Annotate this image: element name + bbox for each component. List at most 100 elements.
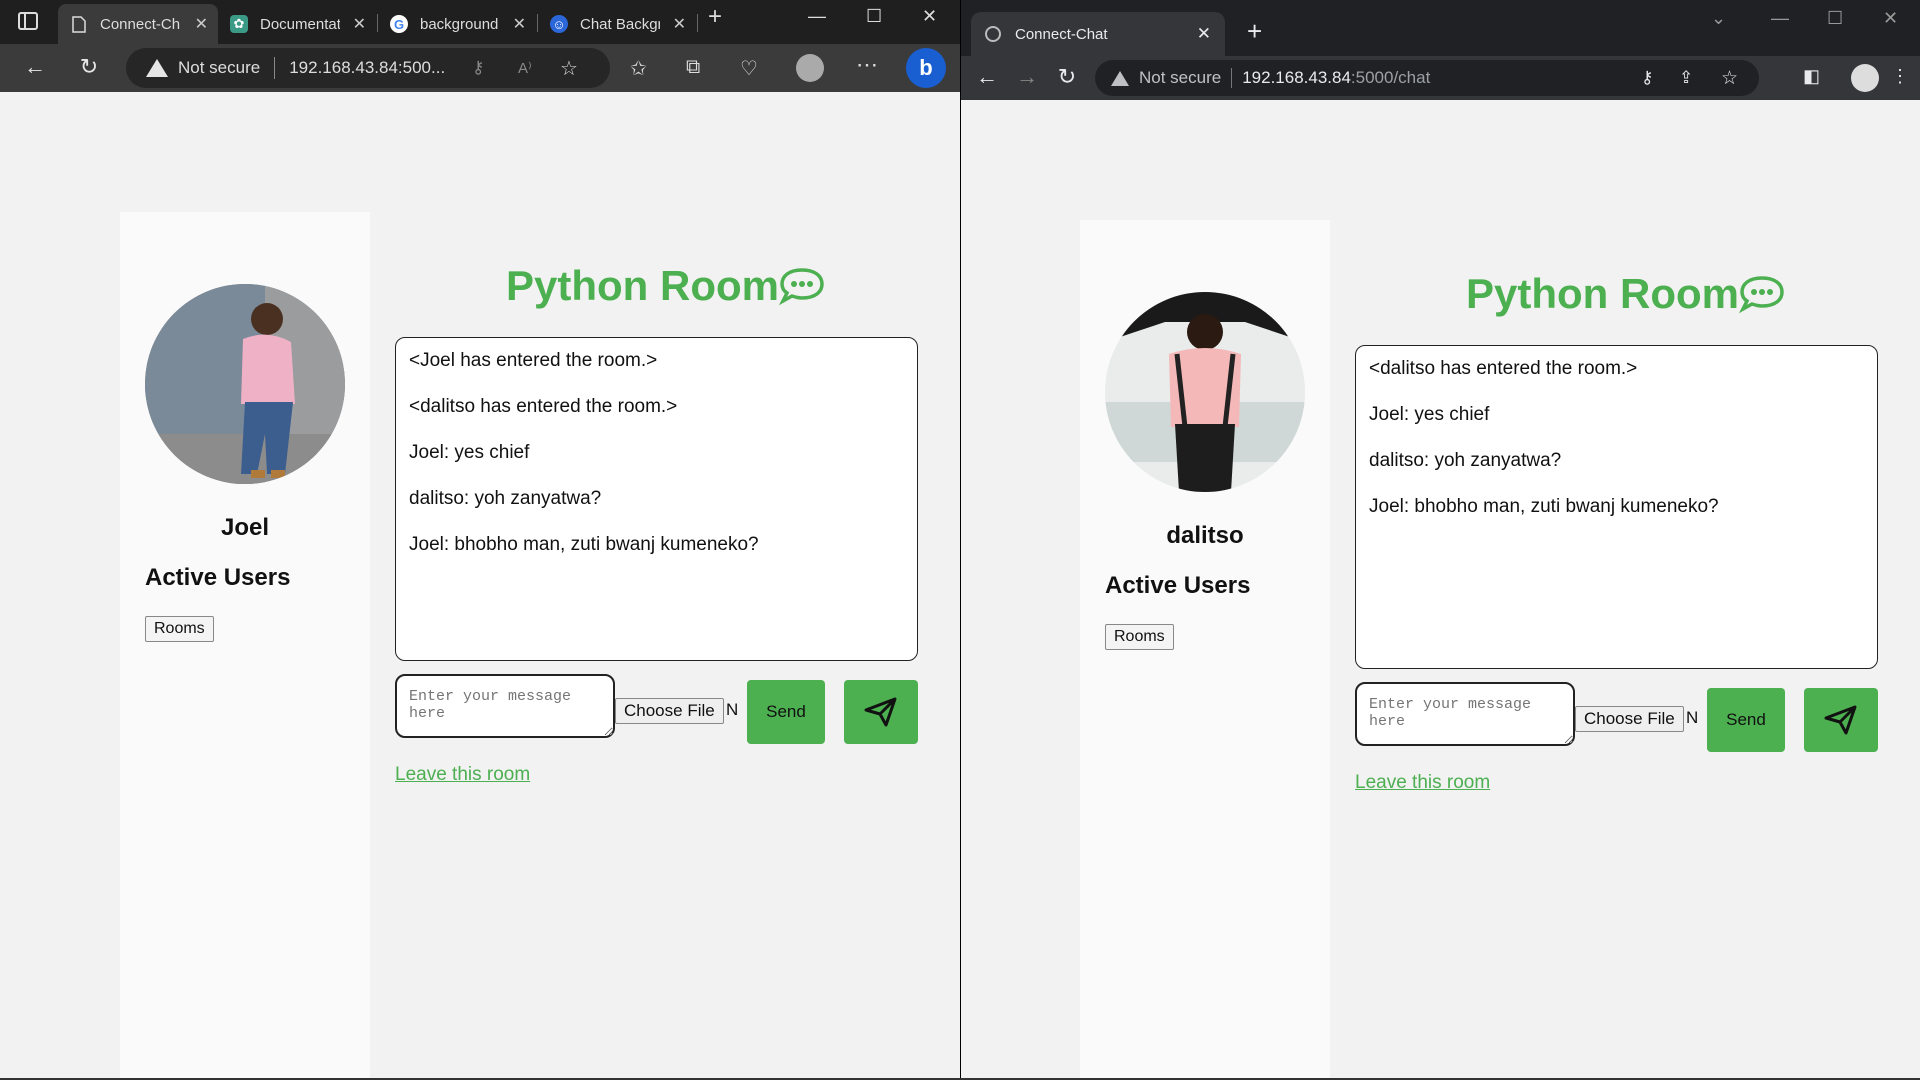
chat-page: dalitso Active Users Rooms Python Room <… — [961, 100, 1920, 1080]
favorites-icon[interactable]: ✩ — [630, 56, 647, 81]
browser-window-right: Connect-Chat ✕ + ⌄ — ☐ ✕ ← → ↻ Not secur… — [961, 0, 1920, 1080]
chatgpt-icon: ✿ — [230, 15, 248, 33]
rooms-button[interactable]: Rooms — [1105, 624, 1174, 650]
tab-documentation[interactable]: ✿ Documentation ✕ — [218, 4, 376, 44]
tab-title: Connect-Chat — [1015, 25, 1108, 43]
new-tab-icon[interactable]: + — [708, 3, 722, 31]
warning-icon — [146, 59, 168, 77]
chat-bubble-icon — [779, 268, 824, 305]
tab-connect-chat[interactable]: Connect-Chat ✕ — [58, 4, 218, 44]
leave-room-link[interactable]: Leave this room — [395, 764, 530, 786]
minimize-icon[interactable]: — — [1771, 8, 1789, 29]
security-label: Not secure — [178, 58, 261, 77]
warning-icon — [1111, 70, 1129, 86]
address-toolbar: ← ↻ Not secure 192.168.43.84:500... ⚷ A⁾… — [0, 44, 960, 92]
profile-icon[interactable] — [1851, 64, 1879, 92]
page-icon — [70, 15, 88, 33]
tab-chat-background[interactable]: ☺ Chat Background ✕ — [538, 4, 696, 44]
chat-card: Joel Active Users Rooms Python Room <Joe… — [120, 212, 918, 1080]
bookmark-star-icon[interactable]: ☆ — [1721, 67, 1738, 90]
send-plane-button[interactable] — [844, 680, 918, 744]
leave-room-link[interactable]: Leave this room — [1355, 772, 1490, 794]
back-icon[interactable]: ← — [973, 64, 1001, 90]
minimize-icon[interactable]: — — [808, 6, 826, 27]
avatar — [1105, 292, 1305, 492]
active-users-heading: Active Users — [1105, 572, 1251, 599]
messages-box[interactable]: <dalitso has entered the room.> Joel: ye… — [1355, 345, 1878, 669]
url-text: 192.168.43.84:500... — [289, 58, 446, 77]
key-icon[interactable]: ⚷ — [472, 58, 484, 78]
bing-chat-icon[interactable]: b — [906, 48, 946, 88]
close-tab-icon[interactable]: ✕ — [1197, 24, 1211, 44]
close-tab-icon[interactable]: ✕ — [353, 14, 366, 34]
room-title: Python Room — [1466, 270, 1785, 318]
google-icon: G — [390, 15, 408, 33]
message-item: <dalitso has entered the room.> — [1369, 358, 1638, 379]
tab-strip: Connect-Chat ✕ ✿ Documentation ✕ G backg… — [0, 0, 960, 44]
chat-main: Python Room <dalitso has entered the roo… — [1330, 220, 1878, 1080]
address-bar[interactable]: Not secure 192.168.43.84:500... ⚷ A⁾ ☆ — [126, 48, 610, 88]
tab-title: Chat Background — [580, 15, 660, 33]
reload-icon[interactable]: ↻ — [1053, 64, 1081, 90]
address-bar[interactable]: Not secure 192.168.43.84 :5000/chat ⚷ ⇪ … — [1095, 60, 1759, 96]
security-label: Not secure — [1139, 68, 1222, 87]
maximize-icon[interactable]: ☐ — [866, 6, 882, 27]
more-icon[interactable]: ⋯ — [856, 52, 878, 78]
room-title-text: Python Room — [1466, 270, 1739, 317]
username: Joel — [220, 514, 270, 541]
chat-bubble-icon — [1739, 276, 1784, 313]
message-item: Joel: yes chief — [1369, 404, 1490, 425]
chat-page: Joel Active Users Rooms Python Room <Joe… — [0, 92, 960, 1080]
message-item: <Joel has entered the room.> — [409, 350, 658, 371]
close-tab-icon[interactable]: ✕ — [513, 14, 526, 34]
choose-file-button[interactable]: Choose File — [615, 698, 724, 724]
tab-connect-chat[interactable]: Connect-Chat ✕ — [971, 12, 1225, 56]
favorite-star-icon[interactable]: ☆ — [560, 56, 578, 81]
tab-strip: Connect-Chat ✕ + ⌄ — ☐ ✕ — [961, 0, 1920, 56]
health-icon[interactable]: ♡ — [740, 56, 758, 81]
messages-box[interactable]: <Joel has entered the room.> <dalitso ha… — [395, 337, 918, 661]
active-users-heading: Active Users — [145, 564, 291, 591]
profile-icon[interactable] — [796, 54, 824, 82]
message-item: Joel: bhobho man, zuti bwanj kumeneko? — [409, 534, 759, 555]
sidebar: dalitso Active Users Rooms — [1080, 220, 1330, 1080]
browser-window-left: Connect-Chat ✕ ✿ Documentation ✕ G backg… — [0, 0, 960, 1080]
message-input[interactable] — [395, 674, 615, 738]
close-window-icon[interactable]: ✕ — [1883, 8, 1898, 29]
read-aloud-icon[interactable]: A⁾ — [518, 59, 532, 77]
collections-icon[interactable]: ⧉ — [686, 56, 700, 79]
message-item: dalitso: yoh zanyatwa? — [1369, 450, 1562, 471]
room-title: Python Room — [506, 262, 825, 310]
rooms-button[interactable]: Rooms — [145, 616, 214, 642]
send-button[interactable]: Send — [1707, 688, 1785, 752]
paper-plane-icon — [1824, 705, 1857, 735]
file-status-text: N — [726, 700, 739, 719]
address-toolbar: ← → ↻ Not secure 192.168.43.84 :5000/cha… — [961, 56, 1920, 100]
share-icon[interactable]: ⇪ — [1679, 68, 1693, 88]
tab-background[interactable]: G background ✕ — [378, 4, 536, 44]
close-window-icon[interactable]: ✕ — [922, 6, 937, 27]
globe-icon — [985, 26, 1001, 42]
more-icon[interactable]: ⋮ — [1891, 66, 1909, 87]
chat-card: dalitso Active Users Rooms Python Room <… — [1080, 220, 1878, 1080]
side-panel-icon[interactable]: ◧ — [1803, 66, 1820, 87]
sidebar: Joel Active Users Rooms — [120, 212, 370, 1080]
tab-actions-icon[interactable] — [18, 12, 38, 30]
url-path: :5000/chat — [1350, 68, 1431, 87]
tab-search-icon[interactable]: ⌄ — [1711, 8, 1726, 29]
choose-file-button[interactable]: Choose File — [1575, 706, 1684, 732]
close-tab-icon[interactable]: ✕ — [673, 14, 686, 34]
close-tab-icon[interactable]: ✕ — [195, 14, 208, 34]
forward-icon[interactable]: → — [1013, 64, 1041, 90]
message-input[interactable] — [1355, 682, 1575, 746]
maximize-icon[interactable]: ☐ — [1827, 8, 1843, 29]
message-item: dalitso: yoh zanyatwa? — [409, 488, 602, 509]
paper-plane-icon — [864, 697, 897, 727]
send-plane-button[interactable] — [1804, 688, 1878, 752]
back-icon[interactable]: ← — [20, 54, 50, 80]
reload-icon[interactable]: ↻ — [74, 54, 104, 80]
new-tab-icon[interactable]: + — [1247, 16, 1262, 47]
tab-title: background — [420, 15, 499, 33]
send-button[interactable]: Send — [747, 680, 825, 744]
key-icon[interactable]: ⚷ — [1641, 68, 1653, 88]
